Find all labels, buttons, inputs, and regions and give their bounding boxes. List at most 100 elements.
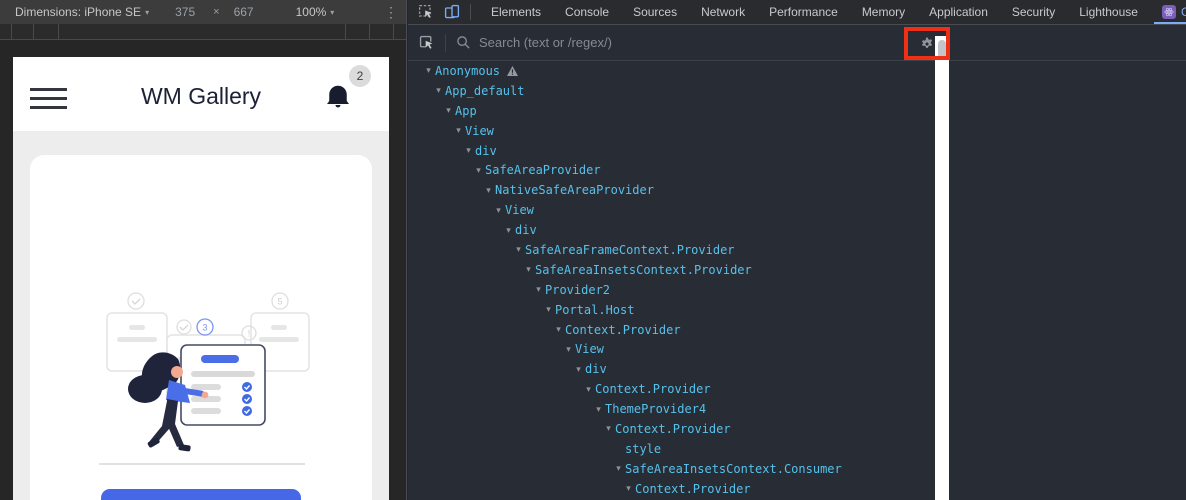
tree-row[interactable]: ▾ div <box>408 359 935 379</box>
chevron-down-icon[interactable]: ▾ <box>542 304 555 315</box>
chevron-down-icon[interactable]: ▾ <box>472 165 485 176</box>
active-tab-underline <box>1153 22 1186 24</box>
chevron-down-icon: ▾ <box>330 7 335 17</box>
svg-text:5: 5 <box>277 297 282 307</box>
device-selector-label: Dimensions: iPhone SE <box>15 5 142 19</box>
ruler-tick <box>11 24 12 39</box>
component-name: App_default <box>445 83 525 98</box>
chevron-down-icon[interactable]: ▾ <box>482 185 495 196</box>
chevron-down-icon[interactable]: ▾ <box>572 364 585 375</box>
chevron-down-icon[interactable]: ▾ <box>612 463 625 474</box>
tab-lighthouse[interactable]: Lighthouse <box>1067 0 1150 24</box>
component-name: Context.Provider <box>635 481 751 496</box>
tree-row[interactable]: ▾ View <box>408 121 935 141</box>
multiply-icon: × <box>213 6 220 18</box>
device-emulation-pane: Dimensions: iPhone SE ▾ 375 × 667 100% ▾… <box>0 0 407 500</box>
component-name: ThemeProvider4 <box>605 402 707 417</box>
chevron-down-icon[interactable]: ▾ <box>512 244 525 255</box>
annotation-highlight-box <box>904 27 950 60</box>
component-name: Context.Provider <box>565 322 681 337</box>
chevron-down-icon[interactable]: ▾ <box>532 284 545 295</box>
tab-elements[interactable]: Elements <box>479 0 553 24</box>
tree-row[interactable]: ▾ div <box>408 220 935 240</box>
toolbar-divider <box>445 33 446 52</box>
chevron-down-icon[interactable]: ▾ <box>522 264 535 275</box>
tree-row[interactable]: style <box>408 439 935 459</box>
component-name: Anonymous <box>435 63 501 78</box>
tree-row[interactable]: ▾ SafeAreaInsetsContext.Consumer <box>408 459 935 479</box>
component-name: SafeAreaProvider <box>485 163 601 178</box>
component-name: div <box>515 223 537 238</box>
tree-row[interactable]: ▾ View <box>408 339 935 359</box>
toolbar-divider <box>470 4 471 20</box>
tree-row[interactable]: ▾ ThemeProvider4 <box>408 399 935 419</box>
chevron-down-icon[interactable]: ▾ <box>582 384 595 395</box>
chevron-down-icon[interactable]: ▾ <box>552 324 565 335</box>
react-devtools-icon <box>1161 5 1176 19</box>
component-name: Provider2 <box>545 282 611 297</box>
device-ruler <box>0 24 406 40</box>
tab-network[interactable]: Network <box>689 0 757 24</box>
tree-row[interactable]: ▾ SafeAreaFrameContext.Provider <box>408 240 935 260</box>
tree-row[interactable]: ▾ Context.Provider <box>408 419 935 439</box>
notifications-button[interactable] <box>323 81 357 115</box>
component-name: SafeAreaFrameContext.Provider <box>525 242 735 257</box>
tab-sources[interactable]: Sources <box>621 0 689 24</box>
tab-application[interactable]: Application <box>917 0 1000 24</box>
tree-row[interactable]: ▾ Portal.Host <box>408 300 935 320</box>
device-toolbar-toggle-icon[interactable] <box>444 4 460 20</box>
components-toolbar <box>408 25 1186 61</box>
chevron-down-icon[interactable]: ▾ <box>562 344 575 355</box>
chevron-down-icon[interactable]: ▾ <box>502 225 515 236</box>
viewport-height-field[interactable]: 667 <box>234 5 254 19</box>
chevron-down-icon[interactable]: ▾ <box>602 423 615 434</box>
chevron-down-icon[interactable]: ▾ <box>462 145 475 156</box>
primary-action-button[interactable] <box>101 489 301 500</box>
chevron-down-icon[interactable]: ▾ <box>492 205 505 216</box>
tab-console[interactable]: Console <box>553 0 621 24</box>
chevron-down-icon[interactable]: ▾ <box>622 483 635 494</box>
zoom-level: 100% <box>295 5 327 19</box>
chevron-down-icon[interactable]: ▾ <box>592 404 605 415</box>
chevron-down-icon[interactable]: ▾ <box>422 65 435 76</box>
tree-row[interactable]: ▾ SafeAreaProvider <box>408 160 935 180</box>
phone-viewport: WM Gallery 2 5 ! 3 <box>13 57 389 500</box>
search-input[interactable] <box>479 35 809 50</box>
settings-gear-icon[interactable] <box>919 36 935 52</box>
warning-icon <box>507 65 519 76</box>
tree-row[interactable]: ▾ Context.Provider <box>408 479 935 499</box>
app-header: WM Gallery 2 <box>13 57 389 131</box>
tab-components[interactable]: Components <box>1150 0 1186 24</box>
ruler-tick <box>345 24 346 39</box>
tab-security[interactable]: Security <box>1000 0 1067 24</box>
tree-row[interactable]: ▾ NativeSafeAreaProvider <box>408 180 935 200</box>
chevron-down-icon[interactable]: ▾ <box>432 85 445 96</box>
tree-row[interactable]: ▾ App <box>408 101 935 121</box>
inspect-element-icon[interactable] <box>418 4 434 20</box>
tree-row[interactable]: ▾ Provider2 <box>408 280 935 300</box>
select-component-icon[interactable] <box>418 34 435 51</box>
device-selector[interactable]: Dimensions: iPhone SE ▾ <box>15 5 149 19</box>
more-options-icon[interactable]: ⋮ <box>384 4 398 21</box>
ruler-tick <box>369 24 370 39</box>
tree-row[interactable]: ▾ div <box>408 141 935 161</box>
chevron-down-icon[interactable]: ▾ <box>452 125 465 136</box>
component-name: Portal.Host <box>555 302 635 317</box>
viewport-width-field[interactable]: 375 <box>175 5 195 19</box>
ruler-tick <box>393 24 394 39</box>
content-card: 5 ! 3 <box>30 155 372 500</box>
component-name: div <box>585 362 607 377</box>
tab-memory[interactable]: Memory <box>850 0 917 24</box>
tree-row[interactable]: ▾ Anonymous <box>408 61 935 81</box>
tree-scrollbar[interactable] <box>935 36 949 500</box>
component-name: SafeAreaInsetsContext.Provider <box>535 262 752 277</box>
tree-row[interactable]: ▾ Context.Provider <box>408 379 935 399</box>
tree-row[interactable]: ▾ Context.Provider <box>408 320 935 340</box>
chevron-down-icon[interactable]: ▾ <box>442 105 455 116</box>
component-name: App <box>455 103 477 118</box>
zoom-selector[interactable]: 100% ▾ <box>296 5 335 19</box>
tree-row[interactable]: ▾ App_default <box>408 81 935 101</box>
tree-row[interactable]: ▾ View <box>408 200 935 220</box>
tree-row[interactable]: ▾ SafeAreaInsetsContext.Provider <box>408 260 935 280</box>
tab-performance[interactable]: Performance <box>757 0 850 24</box>
